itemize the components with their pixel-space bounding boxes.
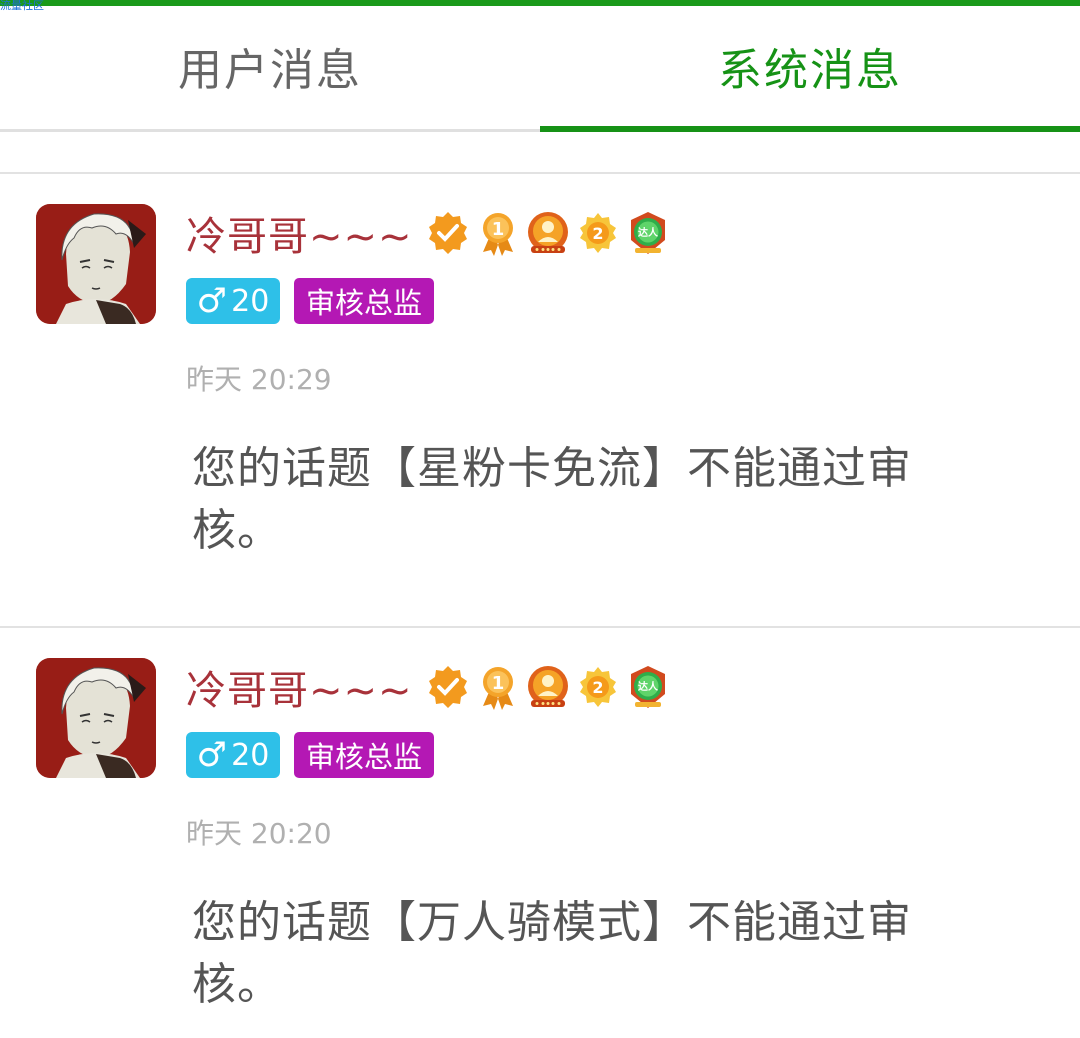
message-item[interactable]: 冷哥哥~~~ 1 2 达人 ♂ 20 审核总监 昨天 20:29 您的话题【星粉… bbox=[0, 174, 1080, 628]
level-number: 2 bbox=[592, 224, 603, 243]
message-content: 您的话题【万人骑模式】不能通过审核。 bbox=[192, 897, 912, 1010]
tab-system-messages[interactable]: 系统消息 bbox=[540, 6, 1080, 126]
sender-row: 冷哥哥~~~ 1 2 达人 bbox=[186, 204, 675, 262]
crown-medal-icon bbox=[525, 664, 571, 710]
expert-label: 达人 bbox=[638, 680, 659, 693]
active-tab-indicator bbox=[540, 126, 1080, 132]
role-tag: 审核总监 bbox=[294, 278, 435, 324]
male-icon: ♂ bbox=[196, 281, 228, 321]
message-content: 您的话题【星粉卡免流】不能通过审核。 bbox=[192, 443, 912, 556]
level-2-icon: 2 bbox=[575, 664, 621, 710]
age-value: 20 bbox=[231, 283, 270, 319]
expert-label: 达人 bbox=[638, 226, 659, 239]
expert-badge-icon: 达人 bbox=[625, 210, 671, 256]
male-icon: ♂ bbox=[196, 735, 228, 775]
level-number: 2 bbox=[592, 678, 603, 697]
verified-icon bbox=[425, 210, 471, 256]
expert-badge-icon: 达人 bbox=[625, 664, 671, 710]
sender-name[interactable]: 冷哥哥~~~ bbox=[186, 204, 413, 262]
rank-number: 1 bbox=[491, 673, 504, 694]
message-item[interactable]: 冷哥哥~~~ 1 2 达人 ♂ 20 审核总监 昨天 20:20 您的话题【万人… bbox=[0, 628, 1080, 1038]
age-value: 20 bbox=[231, 737, 270, 773]
message-time: 昨天 20:20 bbox=[186, 817, 332, 850]
tab-system-messages-label: 系统消息 bbox=[718, 45, 902, 96]
message-time: 昨天 20:29 bbox=[186, 363, 332, 396]
rank-1-medal-icon: 1 bbox=[475, 210, 521, 256]
level-2-icon: 2 bbox=[575, 210, 621, 256]
role-tag: 审核总监 bbox=[294, 732, 435, 778]
gender-age-tag: ♂ 20 bbox=[186, 732, 280, 778]
rank-number: 1 bbox=[491, 219, 504, 240]
verified-icon bbox=[425, 664, 471, 710]
gender-age-tag: ♂ 20 bbox=[186, 278, 280, 324]
crown-medal-icon bbox=[525, 210, 571, 256]
avatar[interactable] bbox=[36, 204, 156, 324]
rank-1-medal-icon: 1 bbox=[475, 664, 521, 710]
sender-name[interactable]: 冷哥哥~~~ bbox=[186, 658, 413, 716]
tag-row: ♂ 20 审核总监 bbox=[186, 278, 435, 324]
avatar[interactable] bbox=[36, 658, 156, 778]
tag-row: ♂ 20 审核总监 bbox=[186, 732, 435, 778]
tab-user-messages[interactable]: 用户消息 bbox=[0, 6, 540, 126]
tab-bar: 用户消息 系统消息 bbox=[0, 6, 1080, 132]
tab-user-messages-label: 用户消息 bbox=[178, 45, 362, 96]
sender-row: 冷哥哥~~~ 1 2 达人 bbox=[186, 658, 675, 716]
